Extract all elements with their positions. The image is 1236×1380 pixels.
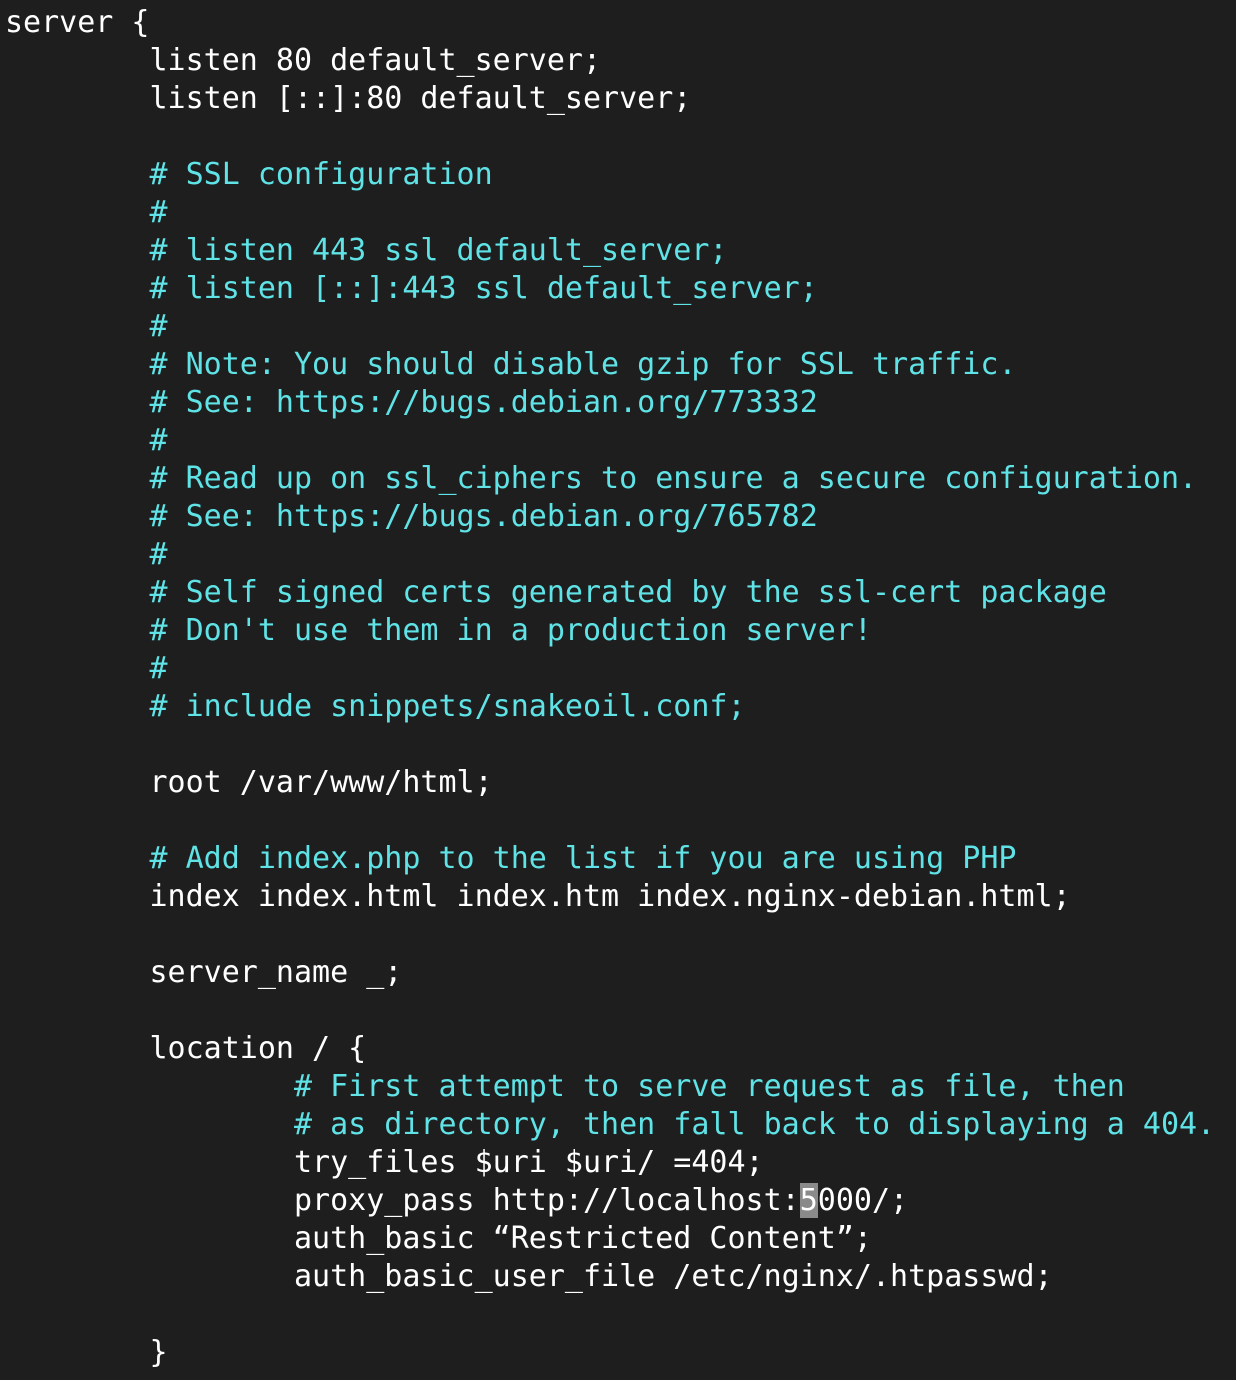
comment-text: # include snippets/snakeoil.conf; [149, 689, 746, 724]
comment-line: # Add index.php to the list if you are u… [5, 840, 1236, 878]
comment-line: # [5, 536, 1236, 574]
code-line: listen [::]:80 default_server; [5, 80, 1236, 118]
comment-line: # listen 443 ssl default_server; [5, 232, 1236, 270]
comment-line: # First attempt to serve request as file… [5, 1068, 1236, 1106]
comment-line: # Self signed certs generated by the ssl… [5, 574, 1236, 612]
code-line: try_files $uri $uri/ =404; [5, 1144, 1236, 1182]
comment-line: # Read up on ssl_ciphers to ensure a sec… [5, 460, 1236, 498]
code-text: } [149, 1335, 168, 1370]
code-line: auth_basic_user_file /etc/nginx/.htpassw… [5, 1258, 1236, 1296]
comment-line: # as directory, then fall back to displa… [5, 1106, 1236, 1144]
code-line: server { [5, 4, 1236, 42]
text-cursor[interactable]: 5 [799, 1183, 818, 1218]
code-text: listen [::]:80 default_server; [149, 81, 692, 116]
comment-text: # Don't use them in a production server! [149, 613, 872, 648]
comment-text: # [149, 651, 168, 686]
code-text: server { [5, 5, 150, 40]
code-line: listen 80 default_server; [5, 42, 1236, 80]
code-text: index index.html index.htm index.nginx-d… [149, 879, 1071, 914]
comment-line: # See: https://bugs.debian.org/773332 [5, 384, 1236, 422]
comment-text: # First attempt to serve request as file… [293, 1069, 1125, 1104]
code-text: listen 80 default_server; [149, 43, 602, 78]
comment-text: # listen [::]:443 ssl default_server; [149, 271, 818, 306]
code-text: root /var/www/html; [149, 765, 493, 800]
comment-text: # [149, 423, 168, 458]
comment-text: # Note: You should disable gzip for SSL … [149, 347, 1017, 382]
cursor-code-line: proxy_pass http://localhost:5000/; [5, 1182, 1236, 1220]
comment-text: # [149, 537, 168, 572]
comment-line: # [5, 194, 1236, 232]
comment-line: # include snippets/snakeoil.conf; [5, 688, 1236, 726]
code-line: location / { [5, 1030, 1236, 1068]
comment-line: # [5, 650, 1236, 688]
comment-text: # See: https://bugs.debian.org/765782 [149, 499, 818, 534]
code-text: auth_basic “Restricted Content”; [293, 1221, 872, 1256]
code-text: auth_basic_user_file /etc/nginx/.htpassw… [293, 1259, 1053, 1294]
code-text: server_name _; [149, 955, 403, 990]
comment-line: # See: https://bugs.debian.org/765782 [5, 498, 1236, 536]
code-line: root /var/www/html; [5, 764, 1236, 802]
comment-text: # listen 443 ssl default_server; [149, 233, 728, 268]
comment-text: # Add index.php to the list if you are u… [149, 841, 1017, 876]
code-line: index index.html index.htm index.nginx-d… [5, 878, 1236, 916]
code-line: server_name _; [5, 954, 1236, 992]
comment-line: # Don't use them in a production server! [5, 612, 1236, 650]
code-text: location / { [149, 1031, 367, 1066]
code-text: 000/; [817, 1183, 909, 1218]
code-line: } [5, 1334, 1236, 1372]
comment-text: # SSL configuration [149, 157, 493, 192]
comment-text: # Self signed certs generated by the ssl… [149, 575, 1107, 610]
code-line: auth_basic “Restricted Content”; [5, 1220, 1236, 1258]
comment-line: # SSL configuration [5, 156, 1236, 194]
comment-text: # [149, 309, 168, 344]
comment-line: # [5, 422, 1236, 460]
comment-text: # Read up on ssl_ciphers to ensure a sec… [149, 461, 1198, 496]
code-text: proxy_pass http://localhost: [293, 1183, 800, 1218]
comment-line: # Note: You should disable gzip for SSL … [5, 346, 1236, 384]
terminal-editor[interactable]: server { listen 80 default_server; liste… [0, 0, 1236, 1380]
comment-text: # [149, 195, 168, 230]
comment-line: # listen [::]:443 ssl default_server; [5, 270, 1236, 308]
comment-text: # See: https://bugs.debian.org/773332 [149, 385, 818, 420]
code-text: try_files $uri $uri/ =404; [293, 1145, 764, 1180]
comment-line: # [5, 308, 1236, 346]
comment-text: # as directory, then fall back to displa… [293, 1107, 1216, 1142]
